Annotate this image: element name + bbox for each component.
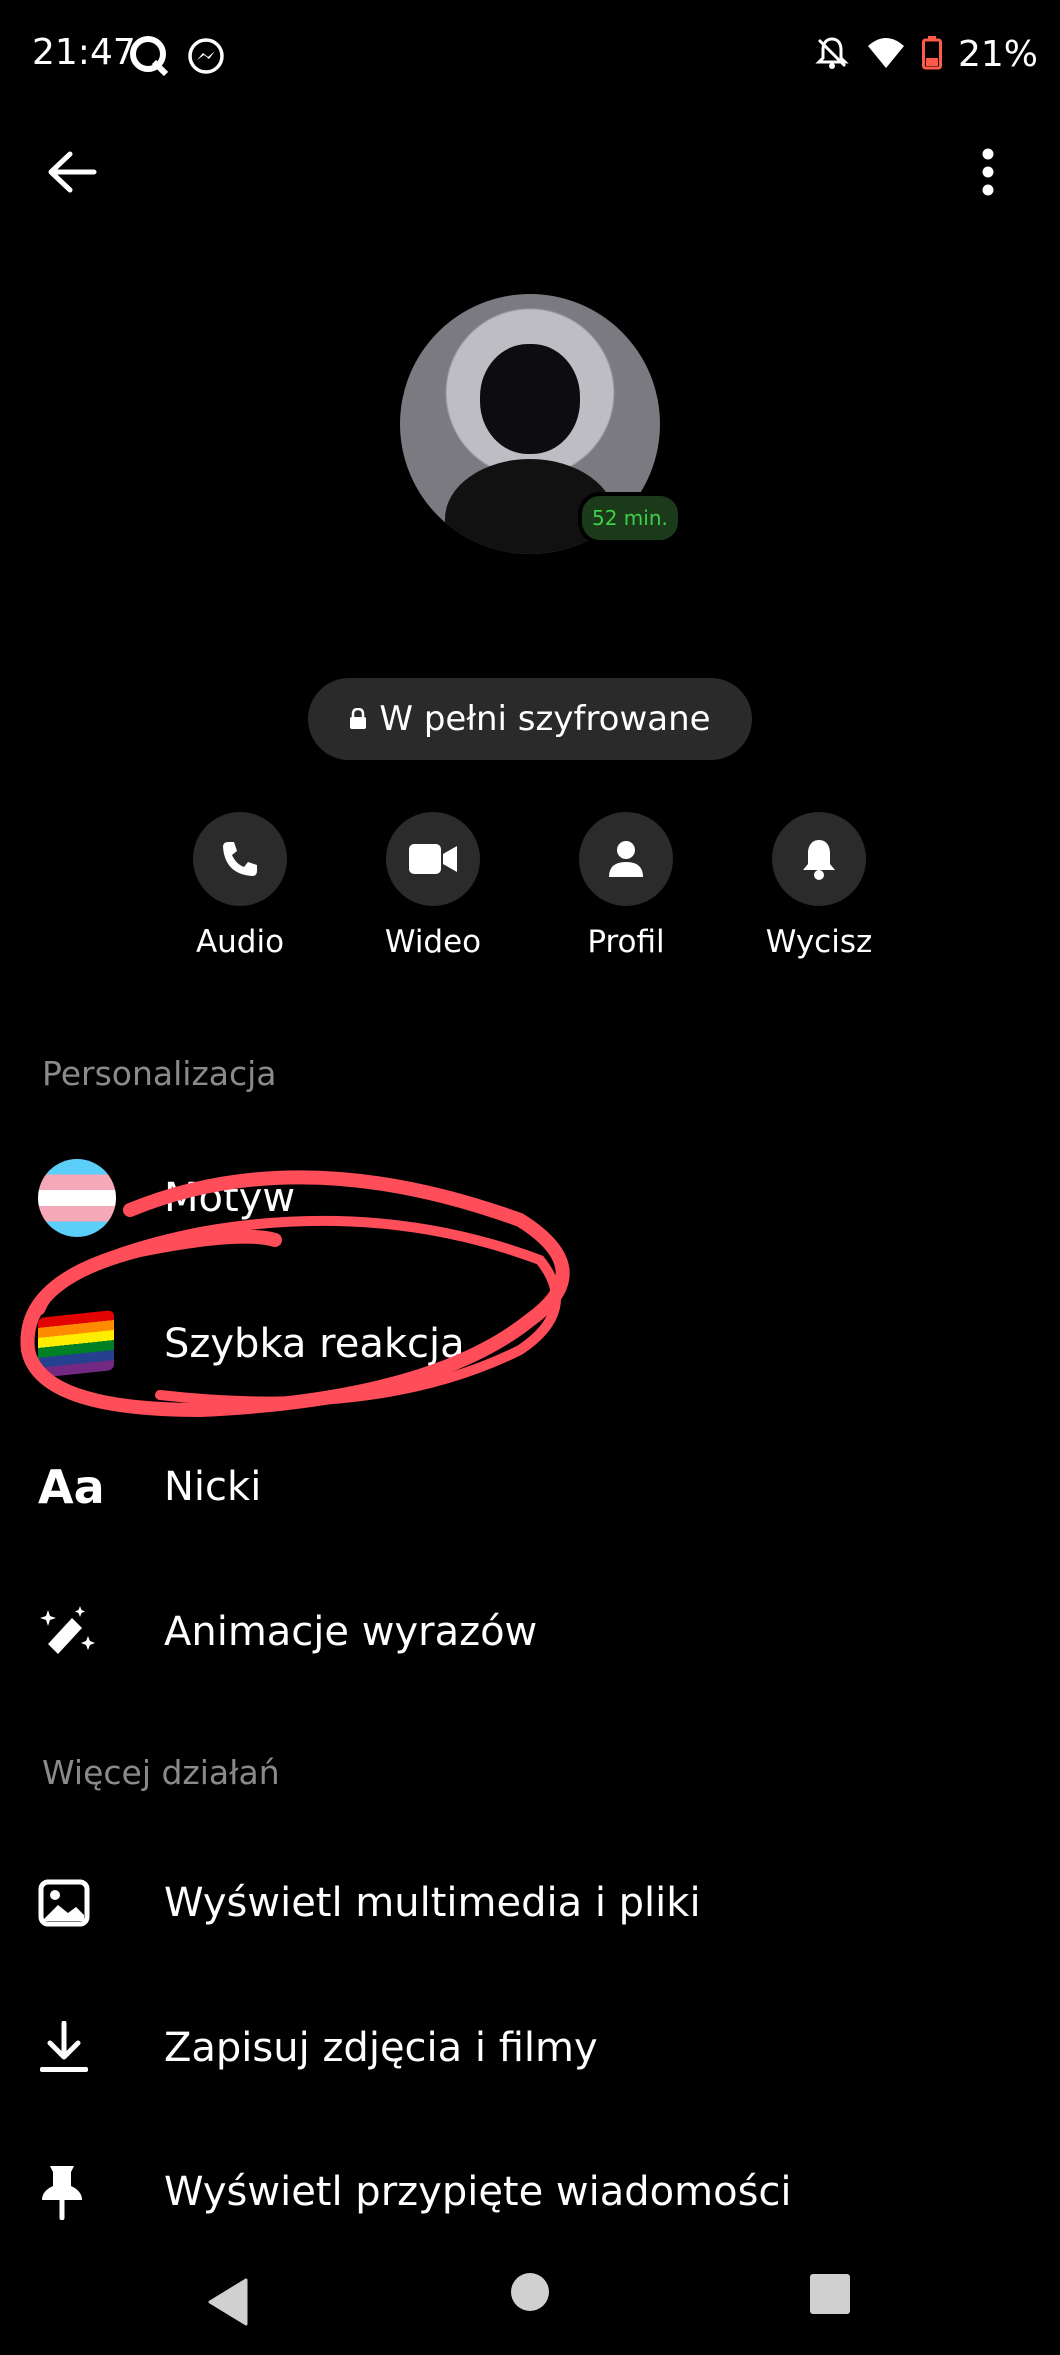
profile-circle[interactable]: [579, 812, 673, 906]
image-icon: [38, 1879, 90, 1927]
theme-icon: [38, 1159, 116, 1237]
nav-back-icon: [208, 2278, 248, 2326]
more-vertical-icon: [982, 148, 994, 196]
bell-icon: [803, 840, 835, 880]
nav-back-button[interactable]: [200, 2272, 260, 2332]
battery-icon: [921, 35, 942, 74]
messenger-icon: [186, 36, 226, 80]
list-item-pinned-messages[interactable]: Wyświetl przypięte wiadomości: [0, 2137, 1060, 2247]
lock-icon: [350, 708, 367, 729]
arrow-left-icon: [48, 151, 97, 193]
theme-label: Motyw: [164, 1175, 296, 1221]
list-item-save-photos[interactable]: Zapisuj zdjęcia i filmy: [0, 1993, 1060, 2103]
mute-button[interactable]: Wycisz: [739, 812, 899, 960]
profile-label: Profil: [587, 924, 665, 960]
audio-circle[interactable]: [193, 812, 287, 906]
download-icon: [40, 2021, 88, 2072]
back-button[interactable]: [40, 140, 104, 204]
magic-wand-icon: [40, 1606, 95, 1654]
list-item-quick-reaction[interactable]: Szybka reakcja: [0, 1289, 1060, 1399]
more-options-button[interactable]: [956, 140, 1020, 204]
quick-reaction-label: Szybka reakcja: [164, 1321, 465, 1367]
video-label: Wideo: [384, 924, 482, 960]
avatar-figure-head: [480, 344, 580, 454]
encryption-pill[interactable]: W pełni szyfrowane: [308, 678, 752, 760]
section-title-more-actions: Więcej działań: [42, 1753, 280, 1792]
person-icon: [609, 841, 643, 877]
profile-button[interactable]: Profil: [546, 812, 706, 960]
pinned-messages-label: Wyświetl przypięte wiadomości: [164, 2169, 792, 2215]
presence-badge: 52 min.: [578, 492, 682, 544]
video-call-button[interactable]: Wideo: [353, 812, 513, 960]
encryption-label: W pełni szyfrowane: [379, 699, 711, 739]
battery-percent: 21%: [957, 34, 1038, 75]
wifi-icon: [866, 36, 906, 74]
list-item-word-effects[interactable]: Animacje wyrazów: [0, 1577, 1060, 1687]
video-icon: [409, 844, 457, 874]
list-item-theme[interactable]: Motyw: [0, 1143, 1060, 1253]
media-files-label: Wyświetl multimedia i pliki: [164, 1880, 701, 1926]
mute-circle[interactable]: [772, 812, 866, 906]
status-icons: 21%: [814, 34, 1038, 75]
mute-label: Wycisz: [765, 924, 873, 960]
list-item-media-files[interactable]: Wyświetl multimedia i pliki: [0, 1848, 1060, 1958]
bell-off-icon: [814, 35, 850, 75]
nicknames-label: Nicki: [164, 1464, 262, 1510]
video-circle[interactable]: [386, 812, 480, 906]
rainbow-flag-icon: [38, 1310, 114, 1378]
phone-icon: [223, 842, 257, 876]
nav-home-button[interactable]: [511, 2273, 549, 2311]
list-item-nicknames[interactable]: Aa Nicki: [0, 1432, 1060, 1542]
section-title-personalization: Personalizacja: [42, 1054, 277, 1093]
save-photos-label: Zapisuj zdjęcia i filmy: [164, 2025, 598, 2071]
word-effects-label: Animacje wyrazów: [164, 1609, 538, 1655]
pin-icon: [42, 2166, 82, 2220]
status-time: 21:47: [32, 32, 136, 73]
text-aa-icon: Aa: [38, 1460, 105, 1514]
audio-label: Audio: [195, 924, 285, 960]
q-app-icon: [128, 34, 172, 82]
nav-recents-button[interactable]: [810, 2274, 850, 2314]
audio-call-button[interactable]: Audio: [160, 812, 320, 960]
